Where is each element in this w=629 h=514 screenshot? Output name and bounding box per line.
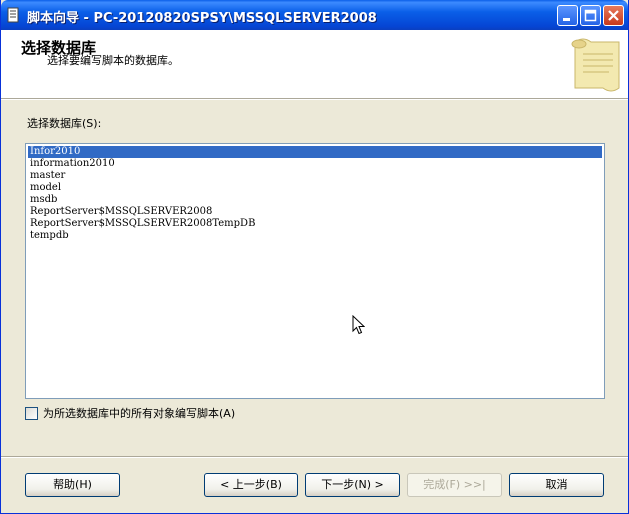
script-all-objects-checkbox[interactable] xyxy=(25,407,38,420)
finish-button[interactable]: 完成(F) >>| xyxy=(407,473,502,497)
title-bar[interactable]: 脚本向导 - PC-20120820SPSY\MSSQLSERVER2008 xyxy=(1,0,628,30)
database-list-label: 选择数据库(S): xyxy=(27,117,102,130)
window-title: 脚本向导 - PC-20120820SPSY\MSSQLSERVER2008 xyxy=(27,11,377,26)
database-list-item[interactable]: ReportServer$MSSQLSERVER2008TempDB xyxy=(28,218,602,230)
close-icon xyxy=(608,10,619,21)
script-document-icon xyxy=(7,7,19,23)
header-divider xyxy=(1,98,628,100)
page-subtitle: 选择要编写脚本的数据库。 xyxy=(47,54,179,67)
mouse-cursor-icon xyxy=(352,315,365,335)
maximize-icon xyxy=(584,9,597,22)
database-list-item[interactable]: ReportServer$MSSQLSERVER2008 xyxy=(28,206,602,218)
minimize-icon xyxy=(563,18,570,21)
next-button[interactable]: 下一步(N) > xyxy=(305,473,400,497)
database-list-item[interactable]: tempdb xyxy=(28,230,602,242)
footer-divider xyxy=(1,456,628,458)
back-button[interactable]: < 上一步(B) xyxy=(204,473,298,497)
database-list-item[interactable]: Infor2010 xyxy=(28,146,602,158)
wizard-header: 选择数据库 选择要编写脚本的数据库。 xyxy=(1,30,628,98)
database-list-item[interactable]: model xyxy=(28,182,602,194)
database-list-item[interactable]: information2010 xyxy=(28,158,602,170)
maximize-button[interactable] xyxy=(580,5,601,26)
scroll-icon xyxy=(571,38,620,92)
close-button[interactable] xyxy=(603,5,624,26)
database-list-item[interactable]: master xyxy=(28,170,602,182)
wizard-window: 脚本向导 - PC-20120820SPSY\MSSQLSERVER2008 选… xyxy=(0,0,629,514)
database-list-item[interactable]: msdb xyxy=(28,194,602,206)
minimize-button[interactable] xyxy=(557,5,578,26)
cancel-button[interactable]: 取消 xyxy=(509,473,604,497)
script-all-objects-label: 为所选数据库中的所有对象编写脚本(A) xyxy=(43,407,236,420)
database-listbox[interactable]: Infor2010 information2010 master model msdb R… xyxy=(25,143,605,399)
help-button[interactable]: 帮助(H) xyxy=(25,473,120,497)
